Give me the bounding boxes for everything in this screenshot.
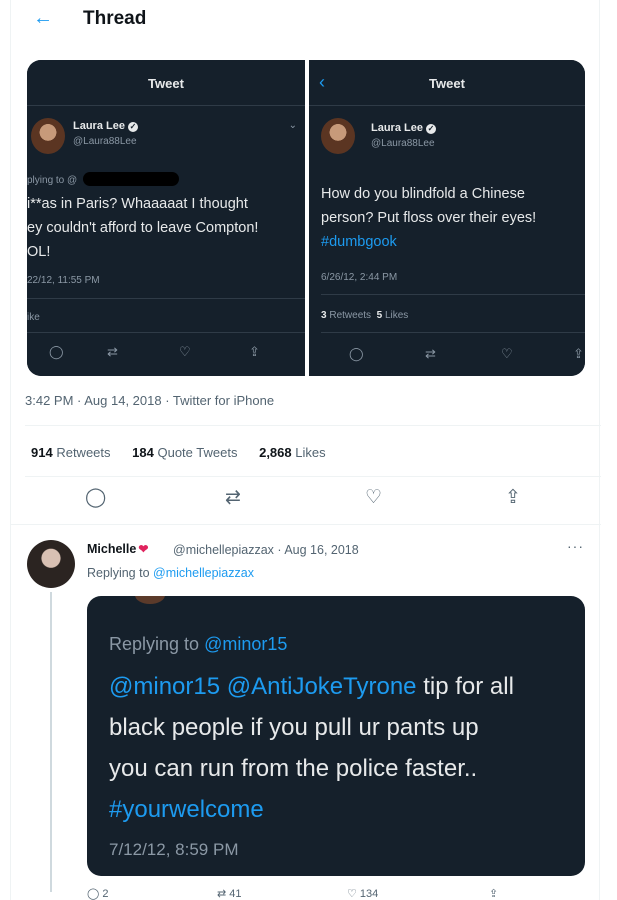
reply-button[interactable]: ◯ 2 (87, 887, 109, 900)
hashtag-link: #dumbgook (321, 234, 397, 250)
retweet-icon: ⇄ (107, 344, 118, 359)
author-handle: @Laura88Lee (371, 138, 435, 149)
thread-header: ← Thread (11, 0, 601, 40)
page-title: Thread (83, 8, 147, 29)
avatar (31, 118, 65, 154)
retweet-icon[interactable]: ⇄ (225, 488, 241, 508)
share-icon[interactable]: ⇪ (489, 887, 498, 900)
reply-image[interactable]: Replying to @minor15 @minor15 @AntiJokeT… (87, 596, 585, 876)
embedded-tweet-header: Tweet (27, 60, 305, 106)
retweet-button[interactable]: ⇄ 41 (217, 887, 242, 900)
verified-icon: ✓ (127, 122, 138, 132)
embedded-tweet-left: Tweet Laura Lee ✓ @Laura88Lee ⌄ plying to… (27, 60, 305, 376)
author-name: Laura Lee ✓ (371, 122, 436, 134)
avatar (321, 118, 355, 154)
heart-emoji-icon: ❤ (138, 542, 149, 556)
chevron-down-icon: ⌄ (288, 120, 297, 131)
author-handle: @Laura88Lee (73, 136, 137, 147)
divider (27, 332, 305, 333)
embedded-tweet-date: 6/26/12, 2:44 PM (321, 272, 398, 283)
author-name[interactable]: Michelle ❤ (87, 542, 148, 556)
author-name: Laura Lee ✓ (73, 120, 138, 132)
share-icon[interactable]: ⇪ (505, 488, 521, 508)
embedded-tweet-right: ‹ Tweet Laura Lee ✓ @Laura88Lee How do yo… (309, 60, 585, 376)
timeline-column: ← Thread Tweet Laura Lee ✓ @Laura88Lee ⌄ … (10, 0, 601, 900)
avatar (135, 596, 165, 604)
divider (321, 332, 585, 333)
share-icon: ⇪ (249, 344, 260, 359)
embedded-tweet-header: ‹ Tweet (309, 60, 585, 106)
share-icon: ⇪ (573, 346, 584, 361)
embedded-tweet-stats: 3 Retweets 5 Likes (321, 310, 409, 321)
hashtag-link: #yourwelcome (109, 796, 264, 823)
avatar[interactable] (27, 540, 75, 588)
image-tweet-date: 7/12/12, 8:59 PM (109, 840, 239, 859)
divider (321, 294, 585, 295)
reply-icon: ◯ (349, 346, 364, 361)
thread-connector-line (50, 592, 52, 892)
reply-icon: ◯ (49, 344, 64, 359)
image-replying-to: Replying to @minor15 (109, 634, 288, 654)
back-arrow-icon[interactable]: ← (33, 8, 53, 28)
verified-icon: ✓ (425, 124, 436, 134)
author-handle-date[interactable]: @michellepiazzax · Aug 16, 2018 (173, 543, 359, 557)
like-icon[interactable]: ♡ (365, 488, 382, 508)
divider (25, 425, 601, 426)
tweet-stats: 914 Retweets 184 Quote Tweets 2,868 Like… (31, 445, 326, 460)
quote-tweets-stat[interactable]: 184 Quote Tweets (132, 445, 237, 460)
tweet-image[interactable]: Tweet Laura Lee ✓ @Laura88Lee ⌄ plying to… (27, 60, 585, 376)
divider (11, 524, 601, 525)
like-button[interactable]: ♡ 134 (347, 887, 378, 900)
replying-to-link[interactable]: @michellepiazzax (153, 566, 254, 580)
retweets-stat[interactable]: 914 Retweets (31, 445, 111, 460)
tweet-timestamp[interactable]: 3:42 PM · Aug 14, 2018 · Twitter for iPh… (25, 393, 274, 408)
embedded-tweet-stats: ike (27, 312, 40, 323)
embedded-tweet-header-title: Tweet (429, 76, 465, 91)
redaction-bar (83, 172, 180, 186)
like-icon: ♡ (501, 346, 513, 361)
divider (25, 476, 601, 477)
replying-to: Replying to @michellepiazzax (87, 566, 254, 580)
mention-links: @minor15 @AntiJokeTyrone (109, 673, 417, 700)
likes-stat[interactable]: 2,868 Likes (259, 445, 326, 460)
image-tweet-text: @minor15 @AntiJokeTyrone tip for all blac… (109, 666, 514, 830)
divider (27, 298, 305, 299)
embedded-tweet-text: How do you blindfold a Chinese person? Pu… (321, 182, 536, 254)
embedded-tweet-text: i**as in Paris? Whaaaaat I thought ey cou… (27, 196, 259, 260)
embedded-tweet-header-title: Tweet (148, 76, 184, 91)
like-icon: ♡ (179, 344, 191, 359)
more-options-icon[interactable]: ··· (567, 538, 584, 554)
retweet-icon: ⇄ (425, 346, 436, 361)
replying-to: plying to @ (27, 172, 180, 186)
embedded-tweet-date: 22/12, 11:55 PM (27, 275, 100, 286)
reply-icon[interactable]: ◯ (85, 488, 106, 508)
